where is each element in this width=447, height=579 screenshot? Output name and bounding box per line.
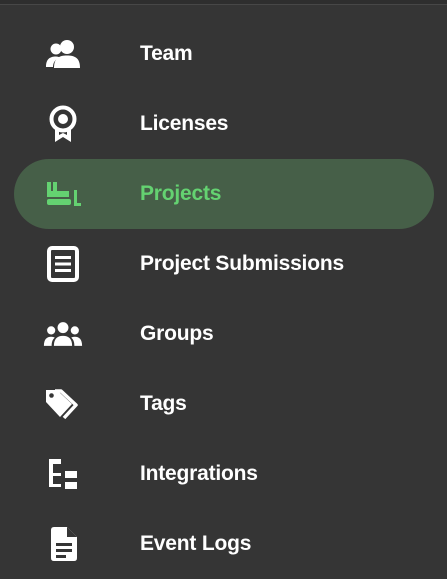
- sidebar-item-project-submissions[interactable]: Project Submissions: [0, 229, 447, 299]
- sidebar-nav: Team Licenses Projects Project Submissio…: [0, 19, 447, 579]
- team-icon: [43, 36, 83, 72]
- sidebar-item-label: Projects: [140, 182, 222, 205]
- sidebar-item-integrations[interactable]: Integrations: [0, 439, 447, 509]
- document-list-icon: [43, 246, 83, 282]
- sidebar-item-label: Licenses: [140, 112, 229, 135]
- license-icon: [43, 105, 83, 142]
- sidebar-item-label: Groups: [140, 322, 214, 345]
- sidebar-item-label: Integrations: [140, 462, 258, 485]
- hierarchy-icon: [43, 456, 83, 492]
- bulldozer-icon: [43, 176, 83, 212]
- sidebar-item-label: Project Submissions: [140, 252, 344, 275]
- groups-icon: [43, 316, 83, 352]
- sidebar-item-event-logs[interactable]: Event Logs: [0, 509, 447, 579]
- sidebar-item-label: Team: [140, 42, 193, 65]
- tags-icon: [43, 386, 83, 422]
- sidebar-item-licenses[interactable]: Licenses: [0, 89, 447, 159]
- sidebar-item-label: Tags: [140, 392, 187, 415]
- top-divider: [0, 0, 447, 5]
- sidebar-item-projects[interactable]: Projects: [0, 159, 447, 229]
- sidebar-item-label: Event Logs: [140, 532, 252, 555]
- sidebar-item-team[interactable]: Team: [0, 19, 447, 89]
- file-text-icon: [43, 526, 83, 562]
- sidebar-item-groups[interactable]: Groups: [0, 299, 447, 369]
- sidebar-item-tags[interactable]: Tags: [0, 369, 447, 439]
